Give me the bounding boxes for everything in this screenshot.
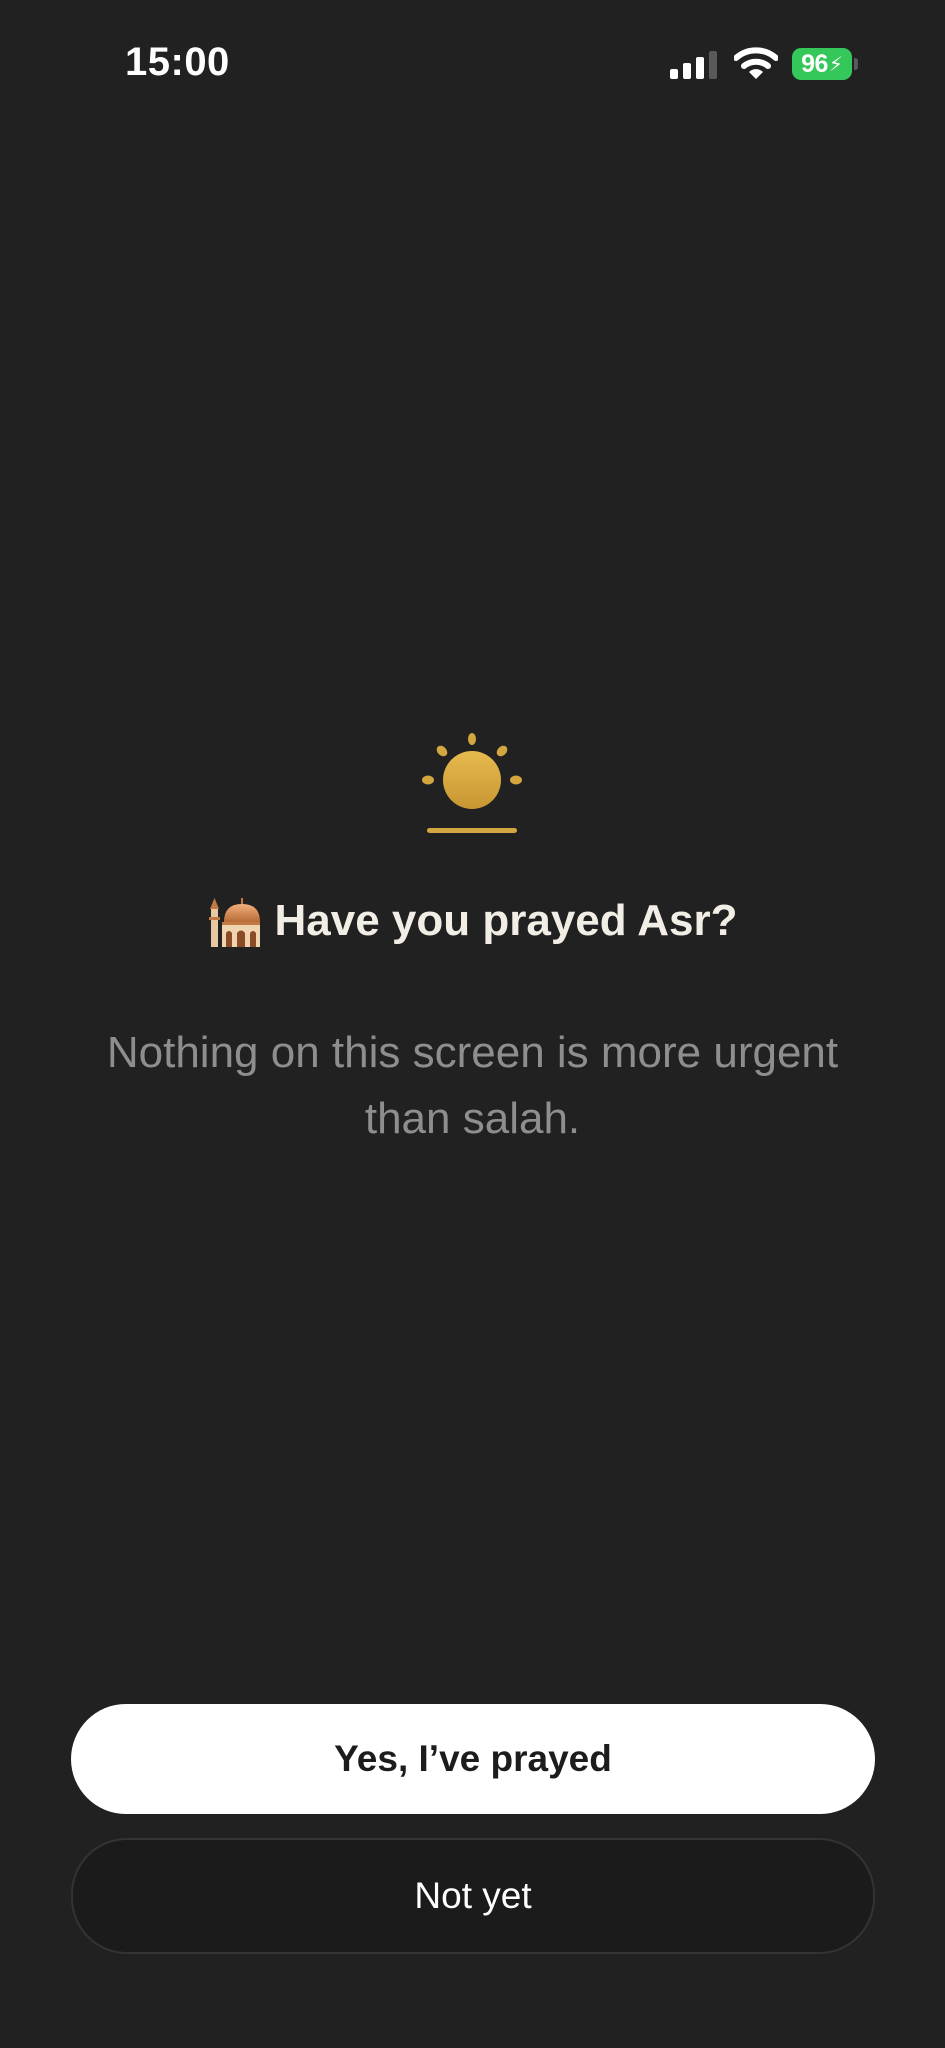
not-yet-button[interactable]: Not yet bbox=[71, 1838, 875, 1954]
cellular-signal-icon bbox=[670, 51, 717, 79]
status-bar: 15:00 96 ⚡ bbox=[0, 0, 945, 130]
confirm-prayed-button[interactable]: Yes, I’ve prayed bbox=[71, 1704, 875, 1814]
battery-tip bbox=[854, 58, 858, 70]
prompt-subtitle: Nothing on this screen is more urgent th… bbox=[106, 1028, 839, 1143]
mosque-icon bbox=[208, 898, 260, 947]
status-time: 15:00 bbox=[125, 40, 230, 84]
prompt-title-text: Have you prayed Asr? bbox=[274, 896, 738, 945]
battery-charging-icon: 96 ⚡ bbox=[792, 48, 852, 80]
charging-bolt-icon: ⚡ bbox=[828, 53, 843, 76]
battery-indicator: 96 ⚡ bbox=[792, 48, 858, 80]
sun-horizon-icon bbox=[422, 733, 522, 833]
battery-level: 96 bbox=[801, 49, 828, 78]
prompt-title: Have you prayed Asr? bbox=[0, 895, 945, 947]
wifi-icon bbox=[734, 47, 778, 79]
